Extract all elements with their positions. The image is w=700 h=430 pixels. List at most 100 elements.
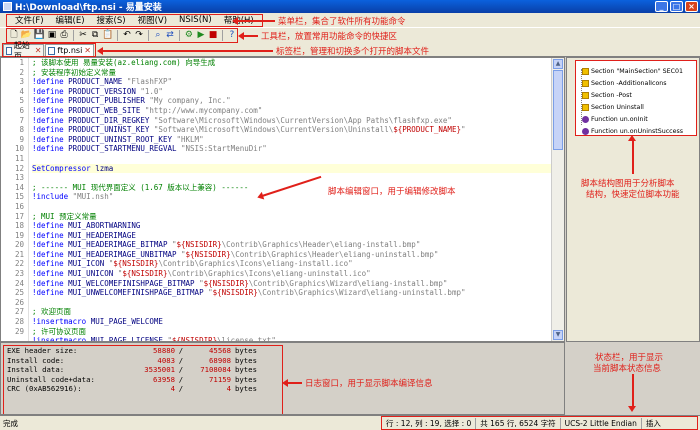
code-line[interactable]: !define PRODUCT_UNINST_KEY "Software\Mic…: [32, 125, 552, 135]
code-line[interactable]: !define MUI_HEADERIMAGE: [32, 231, 552, 241]
line-number: 9: [19, 134, 24, 144]
undo-icon[interactable]: ↶: [122, 30, 132, 41]
structure-item-label: Section "MainSection" SEC01: [591, 67, 684, 75]
code-token: PRODUCT_UNINST_ROOT_KEY: [63, 134, 177, 144]
code-token: !define: [32, 240, 64, 250]
editor-annotation: 脚本编辑窗口，用于编辑修改脚本: [328, 187, 456, 197]
code-line[interactable]: ; 该脚本使用 易量安装(az.eliang.com) 向导生成: [32, 58, 552, 68]
code-token: ; 该脚本使用 易量安装(az.eliang.com) 向导生成: [32, 58, 216, 67]
code-line[interactable]: !define PRODUCT_DIR_REGKEY "Software\Mic…: [32, 116, 552, 126]
status-encoding[interactable]: UCS-2 Little Endian: [561, 417, 642, 429]
code-line[interactable]: !define MUI_WELCOMEFINISHPAGE_BITMAP "${…: [32, 279, 552, 289]
find-icon[interactable]: ⌕: [153, 30, 163, 41]
menu-item[interactable]: 搜索(S): [91, 14, 132, 26]
compile-icon[interactable]: ⚙: [184, 30, 194, 41]
editor-vertical-scrollbar[interactable]: ▲ ▼: [551, 58, 564, 341]
code-line[interactable]: !define MUI_HEADERIMAGE_BITMAP "${NSISDI…: [32, 240, 552, 250]
structure-item[interactable]: Section -Post: [582, 89, 694, 101]
menu-item[interactable]: NSIS(N): [173, 15, 218, 25]
code-line[interactable]: ; 安装程序初始定义常量: [32, 68, 552, 78]
line-number: 19: [14, 230, 24, 240]
code-line[interactable]: [32, 202, 552, 212]
code-line[interactable]: ; MUI 预定义常量: [32, 212, 552, 222]
log-slash: /: [178, 374, 184, 384]
tab-start-page[interactable]: 起始页 ✕: [3, 41, 45, 61]
replace-icon[interactable]: ⇄: [165, 30, 175, 41]
code-line[interactable]: !define MUI_HEADERIMAGE_UNBITMAP "${NSIS…: [32, 250, 552, 260]
structure-item[interactable]: Function un.onUninstSuccess: [582, 125, 694, 137]
code-token: !define: [32, 96, 64, 106]
toolbar-annotation-arrow: [238, 32, 258, 39]
code-line[interactable]: !include "MUI.nsh": [32, 192, 552, 202]
menu-item[interactable]: 文件(F): [9, 14, 50, 26]
code-line[interactable]: ; 许可协议页面: [32, 327, 552, 337]
copy-icon[interactable]: ⧉: [90, 30, 100, 41]
redo-icon[interactable]: ↷: [134, 30, 144, 41]
code-area[interactable]: ; 该脚本使用 易量安装(az.eliang.com) 向导生成; 安装程序初始…: [32, 58, 552, 341]
menu-item[interactable]: 编辑(E): [50, 14, 91, 26]
log-row: CRC (0xAB562916): 4/4 bytes: [4, 384, 282, 394]
code-line[interactable]: !define MUI_ICON "${NSISDIR}\Contrib\Gra…: [32, 259, 552, 269]
log-v1: 58880: [153, 346, 175, 355]
log-lab: Install data:: [7, 365, 65, 375]
scroll-thumb[interactable]: [553, 70, 563, 150]
save-all-icon[interactable]: ▣: [47, 30, 57, 41]
code-token: ${NSISDIR}: [185, 249, 231, 259]
structure-annotation-arrow: [632, 140, 634, 174]
code-line[interactable]: !define PRODUCT_STARTMENU_REGVAL "NSIS:S…: [32, 144, 552, 154]
line-number: 21: [14, 249, 24, 259]
help-icon[interactable]: ?: [227, 30, 237, 41]
code-token: \Contrib\Graphics\Wizard\eliang-uninstal…: [257, 288, 466, 298]
close-tab-icon[interactable]: ✕: [84, 46, 91, 55]
code-line[interactable]: !define MUI_UNWELCOMEFINISHPAGE_BITMAP "…: [32, 288, 552, 298]
structure-item[interactable]: Section Uninstall: [582, 101, 694, 113]
code-line[interactable]: [32, 298, 552, 308]
structure-item[interactable]: Function un.onInit: [582, 113, 694, 125]
code-line[interactable]: SetCompressor lzma: [32, 163, 552, 174]
cut-icon[interactable]: ✂: [78, 30, 88, 41]
maximize-button[interactable]: □: [670, 1, 683, 12]
log-row: Install data: 3535001/ 7108084 bytes: [4, 365, 282, 375]
minimize-button[interactable]: _: [655, 1, 668, 12]
line-number: 11: [14, 153, 24, 163]
paste-icon[interactable]: 📋: [102, 30, 113, 41]
script-editor[interactable]: 1 2 3 4 5 6 7 8 9 10 11 12 13 14 15 16 17 18 19 20 21 22 23 24 2…: [0, 57, 565, 342]
structure-item[interactable]: Section -AdditionalIcons: [582, 77, 694, 89]
window-controls: _ □ ×: [655, 1, 698, 12]
save-icon[interactable]: 💾: [34, 30, 45, 41]
code-line[interactable]: !define MUI_UNICON "${NSISDIR}\Contrib\G…: [32, 269, 552, 279]
close-window-button[interactable]: ×: [685, 1, 698, 12]
print-icon[interactable]: ⎙: [59, 30, 69, 41]
line-number: 27: [14, 307, 24, 317]
code-line[interactable]: [32, 173, 552, 183]
menu-item[interactable]: 视图(V): [132, 14, 173, 26]
code-line[interactable]: !insertmacro MUI_PAGE_WELCOME: [32, 317, 552, 327]
code-line[interactable]: !define PRODUCT_UNINST_ROOT_KEY "HKLM": [32, 135, 552, 145]
log-slash: /: [178, 365, 184, 375]
log-v1: 3535001: [144, 365, 175, 375]
code-line[interactable]: !define PRODUCT_WEB_SITE "http://www.myc…: [32, 106, 552, 116]
run-icon[interactable]: ▶: [196, 30, 206, 41]
status-insert-mode[interactable]: 插入: [642, 418, 665, 429]
code-token: MUI_WELCOMEFINISHPAGE_BITMAP: [63, 278, 200, 288]
code-token: PRODUCT_PUBLISHER: [63, 96, 150, 106]
structure-item[interactable]: Section "MainSection" SEC01: [582, 65, 694, 77]
tab-ftp-nsi[interactable]: ftp.nsi ✕: [45, 44, 94, 56]
status-annotation-arrow: [632, 374, 634, 408]
code-token: \Contrib\Graphics\Icons\eliang-uninstall…: [167, 269, 371, 279]
code-token: \Contrib\Graphics\Header\eliang-install.…: [221, 240, 421, 250]
scroll-up-icon[interactable]: ▲: [553, 59, 563, 69]
code-token: lzma: [95, 163, 114, 173]
close-tab-icon[interactable]: ✕: [35, 46, 42, 55]
code-line[interactable]: !define PRODUCT_PUBLISHER "My company, I…: [32, 96, 552, 106]
status-annotation-line2: 当前脚本状态信息: [593, 364, 662, 374]
code-line[interactable]: !define PRODUCT_VERSION "1.0": [32, 87, 552, 97]
code-line[interactable]: ; 欢迎页面: [32, 307, 552, 317]
code-line[interactable]: !define MUI_ABORTWARNING: [32, 221, 552, 231]
line-number-gutter: 1 2 3 4 5 6 7 8 9 10 11 12 13 14 15 16 17 18 19 20 21 22 23 24 2…: [1, 58, 29, 341]
scroll-down-icon[interactable]: ▼: [553, 330, 563, 340]
code-line[interactable]: !define PRODUCT_NAME "FlashFXP": [32, 77, 552, 87]
code-line[interactable]: [32, 154, 552, 164]
stop-icon[interactable]: ■: [208, 30, 218, 41]
log-unit: bytes: [235, 365, 257, 375]
